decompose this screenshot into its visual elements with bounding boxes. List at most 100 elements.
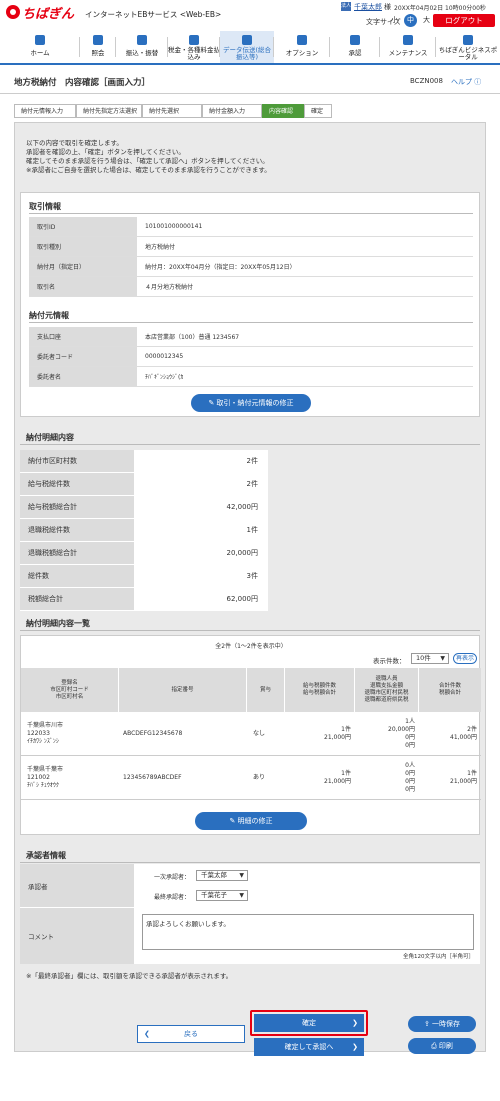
step-amount-input: 納付金額入力 — [202, 104, 262, 118]
first-approver-select[interactable]: 千葉太郎 — [196, 870, 248, 881]
page-title: 地方税納付 内容確認［画面入力］ — [14, 78, 151, 88]
font-small-button[interactable]: 小 — [388, 14, 401, 27]
approver-note: ※「最終承認者」欄には、取引額を承認できる承認者が表示されます。 — [26, 972, 233, 980]
step-method-select: 納付先指定方法選択 — [76, 104, 142, 118]
nav-transfer[interactable]: 振込・振替 — [116, 31, 168, 63]
step-confirm-content: 内容確認 — [262, 104, 304, 118]
redisplay-button[interactable]: 再表示 — [453, 653, 477, 664]
font-medium-button[interactable]: 中 — [404, 14, 417, 27]
final-approver-select[interactable]: 千葉花子 — [196, 890, 248, 901]
first-approver-label: 一次承認者： — [153, 874, 190, 881]
step-finish: 確定 — [304, 104, 332, 118]
portal-icon — [463, 35, 473, 45]
list-title: 納付明細内容一覧 — [26, 619, 90, 628]
row-salary-total: 給与税額総合計 42,000円 — [20, 496, 268, 519]
row-retire-total: 退職税額総合計 20,000円 — [20, 542, 268, 565]
help-link[interactable]: ヘルプ ⓘ — [451, 77, 481, 87]
edit-details-button[interactable]: ✎ 明細の修正 — [195, 812, 307, 830]
row-payment-month: 納付月（指定日） 納付月：20XX年04月分（指定日：20XX年05月12日） — [29, 257, 473, 277]
chevron-left-icon: ❮ — [144, 1030, 150, 1038]
col-total: 合計件数 税額合計 — [419, 668, 481, 712]
row-account: 支払口座 本店営業部（100）普通 1234567 — [29, 327, 473, 347]
inquiry-icon — [93, 35, 103, 45]
back-button[interactable]: ❮ 戻る — [137, 1025, 245, 1043]
edit-transaction-button[interactable]: ✎ 取引・納付元情報の修正 — [191, 394, 311, 412]
comment-key: コメント — [20, 908, 134, 964]
transaction-title: 取引情報 — [29, 202, 61, 211]
font-large-button[interactable]: 大 — [420, 14, 433, 27]
transaction-panel: 取引情報 取引ID 101001000000141 取引種別 地方税納付 納付月（指… — [20, 192, 480, 417]
nav-portal[interactable]: ちばぎんビジネスポータル — [436, 31, 500, 63]
col-registration: 登録名 市区町村コード 市区町村名 — [21, 668, 119, 712]
logo: ちばぎん — [22, 7, 75, 22]
transfer-icon — [137, 35, 147, 45]
login-datetime: 20XX年04月02日 10時00分00秒 — [394, 5, 486, 12]
user-name-link[interactable]: 千葉太郎 — [354, 2, 382, 12]
user-badge: 法人 — [341, 2, 352, 11]
row-retire-count: 退職税総件数 1件 — [20, 519, 268, 542]
header: ちばぎん インターネットEBサービス <Web-EB> 法人 千葉太郎 様 20… — [0, 0, 500, 30]
pencil-icon: ✎ — [208, 399, 217, 407]
row-transaction-id: 取引ID 101001000000141 — [29, 217, 473, 237]
row-consignor-code: 委託者コード 0000012345 — [29, 347, 473, 367]
approver-key: 承認者 — [20, 864, 134, 908]
col-number: 指定番号 — [119, 668, 247, 712]
table-row: 千葉県千葉市 121002 ﾁﾊﾞｼ ﾁｭｳｵｳｸ 123456789ABCDE… — [21, 756, 481, 800]
comment-textarea[interactable]: 承認よろしくお願いします。 — [142, 914, 474, 950]
row-total-count: 総件数 3件 — [20, 565, 268, 588]
print-button[interactable]: ⎙ 印刷 — [408, 1038, 476, 1054]
nav-approve[interactable]: 承認 — [330, 31, 380, 63]
final-approver-label: 最終承認者： — [153, 894, 190, 901]
upload-icon: ⇪ — [423, 1020, 433, 1028]
comment-limit-note: 全角120文字以内［半角可］ — [403, 954, 474, 960]
confirm-approve-button[interactable]: 確定して承認へ ❯ — [254, 1038, 364, 1056]
nav-maintenance[interactable]: メンテナンス — [380, 31, 436, 63]
chibagin-logo-icon — [6, 5, 20, 19]
nav-option[interactable]: オプション — [274, 31, 330, 63]
approver-panel: 承認者 一次承認者： 千葉太郎 最終承認者： 千葉花子 コメント 承認よろしくお… — [20, 864, 480, 964]
screen-code: BCZN008 — [410, 77, 443, 85]
step-payee-select: 納付先選択 — [142, 104, 202, 118]
row-consignor-name: 委託者名 ﾁﾊﾞｷﾞﾝｼｮｳｼﾞ(ｶ — [29, 367, 473, 387]
temp-save-button[interactable]: ⇪ 一時保存 — [408, 1016, 476, 1032]
row-municipality-count: 納付市区町村数 2件 — [20, 450, 268, 473]
help-icon: ⓘ — [474, 78, 482, 86]
instruction-message: 以下の内容で取引を確定します。 承認者を確認の上、「確定」ボタンを押してください… — [26, 139, 271, 174]
approver-title: 承認者情報 — [26, 851, 66, 860]
table-row: 千葉県市川市 122033 ｲﾁｶﾜｼ ﾝｽﾞﾝｼ ABCDEFG1234567… — [21, 712, 481, 756]
nav-home[interactable]: ホーム — [0, 31, 80, 63]
home-icon — [35, 35, 45, 45]
col-salary: 給与税額件数 給与税額合計 — [285, 668, 355, 712]
pencil-icon: ✎ — [229, 817, 238, 825]
user-suffix: 様 — [384, 3, 391, 11]
nav-data-transfer[interactable]: データ伝送(総合振込等) — [220, 31, 274, 63]
tax-icon — [189, 35, 199, 45]
col-retire: 退職人員 退職支払金額 退職市区町村民税 退職都道府県民税 — [355, 668, 419, 712]
logout-button[interactable]: ログアウト — [433, 14, 495, 27]
row-transaction-name: 取引名 ４月分地方税納付 — [29, 277, 473, 297]
col-bonus: 賞与 — [247, 668, 285, 712]
details-title: 納付明細内容 — [26, 433, 74, 442]
row-transaction-type: 取引種別 地方税納付 — [29, 237, 473, 257]
list-panel: 全2件（1～2件を表示中） 表示件数： 10件 再表示 登録名 市区町村コード … — [20, 635, 481, 835]
display-count-select[interactable]: 10件 — [411, 653, 449, 664]
chevron-right-icon: ❯ — [352, 1043, 358, 1051]
option-icon — [297, 35, 307, 45]
maintenance-icon — [403, 35, 413, 45]
chevron-right-icon: ❯ — [352, 1019, 358, 1027]
global-nav: ホーム 照会 振込・振替 税金・各種料金払込み データ伝送(総合振込等) オプシ… — [0, 31, 500, 65]
nav-tax[interactable]: 税金・各種料金払込み — [168, 31, 220, 63]
step-payer-input: 納付元情報入力 — [14, 104, 76, 118]
payer-title: 納付元情報 — [29, 311, 69, 320]
display-count-label: 表示件数： — [373, 657, 406, 665]
printer-icon: ⎙ — [431, 1042, 439, 1050]
list-count: 全2件（1～2件を表示中） — [215, 643, 287, 650]
nav-inquiry[interactable]: 照会 — [80, 31, 116, 63]
data-transfer-icon — [242, 35, 252, 45]
page-title-bar: 地方税納付 内容確認［画面入力］ BCZN008 ヘルプ ⓘ — [0, 68, 500, 94]
step-indicator: 納付元情報入力 納付先指定方法選択 納付先選択 納付金額入力 内容確認 確定 — [14, 104, 332, 118]
service-name: インターネットEBサービス <Web-EB> — [85, 10, 222, 19]
approve-icon — [350, 35, 360, 45]
confirm-button[interactable]: 確定 ❯ — [254, 1014, 364, 1032]
row-salary-count: 給与税総件数 2件 — [20, 473, 268, 496]
